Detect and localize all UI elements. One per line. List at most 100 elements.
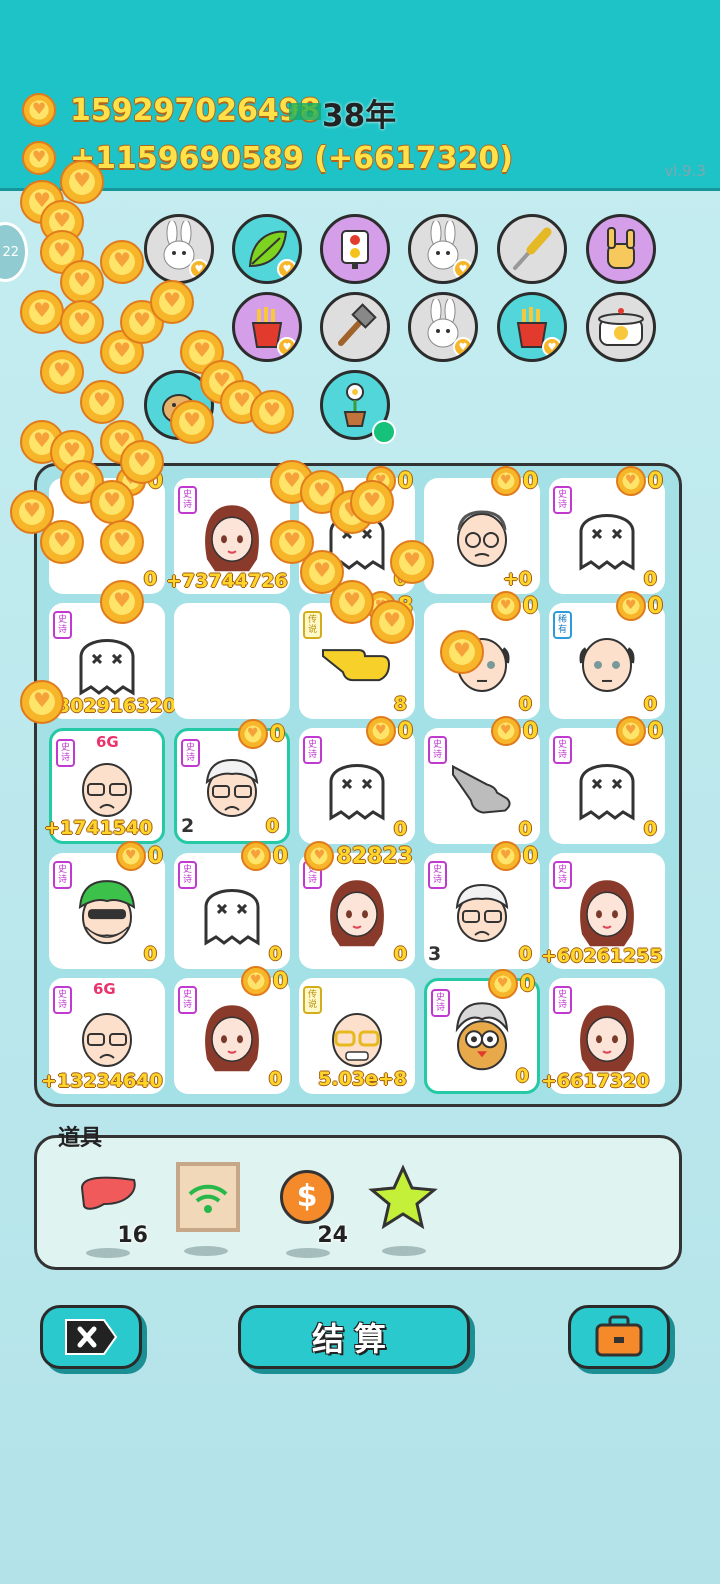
total-coins-row: 159297026498 xyxy=(22,90,321,130)
flower-pot-icon xyxy=(343,383,367,427)
bald-man-glasses-icon xyxy=(72,752,142,826)
fries-item[interactable]: ♥ xyxy=(232,292,302,362)
sixg-badge: 6G xyxy=(96,733,119,751)
board-cell[interactable]: 史诗 +6617320 xyxy=(541,978,665,1094)
screwdriver-item[interactable] xyxy=(497,214,567,284)
heart-coin-icon xyxy=(330,580,374,624)
fries-item-2[interactable]: ♥ xyxy=(497,292,567,362)
board-cell[interactable] xyxy=(174,603,290,719)
version-label: vl.9.3 xyxy=(664,162,706,180)
board-cell[interactable]: 史诗 0 0 xyxy=(424,969,540,1094)
flying-coin xyxy=(90,480,134,524)
heart-coin-icon xyxy=(490,591,521,621)
cell-coin-counter: 82823 xyxy=(304,841,413,871)
heart-coin-icon xyxy=(615,591,646,621)
board-cell[interactable]: 史诗 0 0 xyxy=(549,466,665,594)
rabbit-item-2[interactable]: ♥ xyxy=(408,214,478,284)
cell-coin-counter: 0 xyxy=(615,466,663,496)
wifi-frame-prop[interactable] xyxy=(170,1160,250,1260)
board-cell[interactable]: 史诗 0 0 xyxy=(174,966,290,1094)
flying-coin xyxy=(170,400,214,444)
prop-count: 16 xyxy=(117,1223,148,1248)
star-prop[interactable] xyxy=(368,1160,448,1260)
rarity-tag: 史诗 xyxy=(428,736,447,764)
ghost-icon xyxy=(575,752,639,826)
hammer-icon xyxy=(338,303,377,346)
board-cell[interactable]: 史诗 0 3 0 xyxy=(424,841,540,969)
grandpa-icon xyxy=(197,752,267,826)
traffic-light-icon xyxy=(341,230,369,269)
pot-item[interactable] xyxy=(586,292,656,362)
heart-coin-icon xyxy=(490,841,521,871)
board-cell[interactable]: 0 +0 xyxy=(424,466,540,594)
cell-coin-counter: 0 xyxy=(490,841,538,871)
cell-coin-counter: 0 xyxy=(615,716,663,746)
ghost-icon xyxy=(575,502,639,576)
board-cell[interactable]: 史诗 0 2 0 xyxy=(174,719,290,844)
flying-coin xyxy=(100,240,144,284)
total-coins: 159297026498 xyxy=(70,92,321,128)
liver-prop[interactable]: 16 xyxy=(72,1162,152,1262)
delete-button[interactable] xyxy=(40,1305,142,1369)
rabbit-item-3[interactable]: ♥ xyxy=(408,292,478,362)
girl-character-icon xyxy=(197,999,267,1079)
board-cell[interactable]: 史诗 0 0 xyxy=(424,716,540,844)
income-rate: +1159690589 (+6617320) xyxy=(70,140,513,176)
briefcase-button[interactable] xyxy=(568,1305,670,1369)
side-badge[interactable]: 22 xyxy=(0,222,28,282)
rock-hand-item[interactable] xyxy=(586,214,656,284)
board-cell[interactable]: 史诗828230 xyxy=(299,841,415,969)
green-hair-man-icon xyxy=(72,875,142,953)
cell-coin-counter: 0 xyxy=(490,466,538,496)
chick-icon xyxy=(447,999,517,1079)
heart-coin-icon xyxy=(240,841,271,871)
rarity-tag: 史诗 xyxy=(56,739,75,767)
heart-coin-icon xyxy=(304,841,335,871)
liver-icon xyxy=(80,1176,136,1210)
board-cell[interactable]: 史诗 6G +1741540 xyxy=(44,728,165,844)
heart-coin-icon xyxy=(60,260,104,304)
board-cell[interactable]: 传说 5.03e+8 xyxy=(299,978,415,1094)
cell-coin-counter: 0 xyxy=(115,841,163,871)
cell-value: 0 xyxy=(268,943,282,965)
prop-shadow xyxy=(286,1248,330,1258)
rabbit-item[interactable]: ♥ xyxy=(144,214,214,284)
leaf-item[interactable]: ♥ xyxy=(232,214,302,284)
settle-button[interactable]: 结算 xyxy=(238,1305,470,1369)
board-cell[interactable]: 史诗 6G +13234640 xyxy=(41,978,165,1094)
rarity-tag: 史诗 xyxy=(178,486,197,514)
cell-value: 0 xyxy=(143,943,157,965)
old-man-icon xyxy=(447,502,517,576)
board-cell[interactable]: 史诗 0 0 xyxy=(174,841,290,969)
flying-coin xyxy=(330,580,374,624)
rarity-tag: 史诗 xyxy=(553,486,572,514)
heart-coin-icon xyxy=(100,520,144,564)
traffic-light-item[interactable] xyxy=(320,214,390,284)
screwdriver-icon xyxy=(513,227,552,270)
cell-coin-counter: 0 xyxy=(615,591,663,621)
flying-coin xyxy=(40,520,84,564)
prop-shadow xyxy=(184,1246,228,1256)
briefcase-icon xyxy=(595,1315,643,1357)
grandpa-icon xyxy=(447,877,517,951)
flying-coin xyxy=(20,290,64,334)
settle-button-label: 结算 xyxy=(311,1320,396,1358)
hammer-item[interactable] xyxy=(320,292,390,362)
cell-coin-counter: 0 xyxy=(490,591,538,621)
heart-coin-icon xyxy=(40,350,84,394)
cell-coin-value: 0 xyxy=(522,593,538,619)
board-cell[interactable]: 史诗 0 0 xyxy=(299,716,415,844)
board-cell[interactable]: 史诗 0 0 xyxy=(49,841,165,969)
rarity-tag: 史诗 xyxy=(53,611,72,639)
heart-coin-icon xyxy=(350,480,394,524)
dollar-coin-prop[interactable]: $ 24 xyxy=(272,1162,352,1262)
rarity-tag: 史诗 xyxy=(553,986,572,1014)
cell-value: 0 xyxy=(268,1068,282,1090)
board-cell[interactable]: 史诗 +60261255 xyxy=(541,853,665,969)
heart-badge-icon: ♥ xyxy=(453,259,473,279)
flying-coin xyxy=(350,480,394,524)
board-cell[interactable]: 稀有 0 0 xyxy=(549,591,665,719)
cell-bonus: +6617320 xyxy=(541,1070,650,1092)
board-cell[interactable]: 史诗 0 0 xyxy=(549,716,665,844)
cell-value: 0 xyxy=(143,568,157,590)
